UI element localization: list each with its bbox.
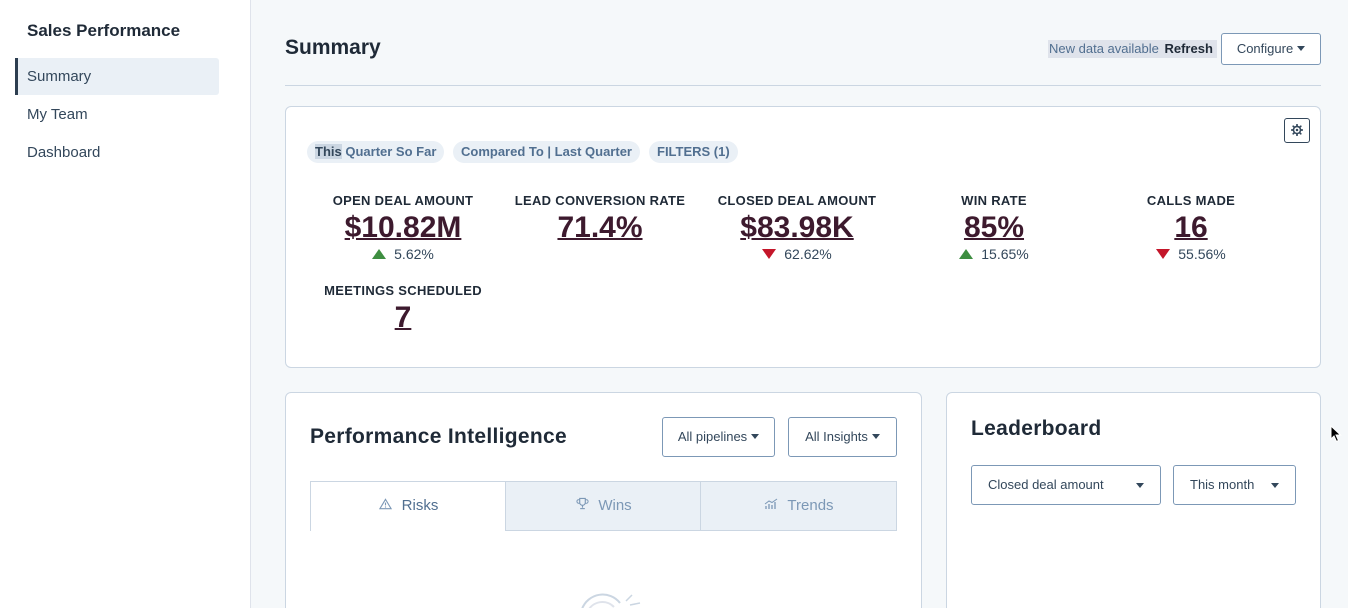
metric-value[interactable]: $10.82M — [345, 211, 462, 245]
metric-label: WIN RATE — [961, 193, 1027, 208]
page-title: Summary — [285, 36, 381, 59]
triangle-up-icon — [372, 249, 387, 259]
metric-open-deal-amount: OPEN DEAL AMOUNT $10.82M 5.62% — [303, 193, 503, 262]
leaderboard-card: Leaderboard Closed deal amount This mont… — [946, 392, 1321, 608]
metric-value[interactable]: 71.4% — [557, 211, 642, 245]
triangle-down-icon — [1156, 249, 1171, 259]
filters-chip[interactable]: FILTERS (1) — [649, 141, 738, 163]
leaderboard-period-select[interactable]: This month — [1173, 465, 1296, 505]
metric-value[interactable]: 7 — [395, 301, 412, 335]
tab-wins[interactable]: Wins — [505, 481, 701, 531]
tab-trends[interactable]: Trends — [700, 481, 897, 531]
configure-label: Configure — [1236, 41, 1294, 56]
empty-state-illustration — [581, 593, 641, 608]
leaderboard-metric-select[interactable]: Closed deal amount — [971, 465, 1161, 505]
metric-value[interactable]: $83.98K — [740, 211, 853, 245]
chevron-down-icon — [1297, 46, 1306, 52]
tab-label: Trends — [787, 497, 834, 514]
chevron-down-icon — [1271, 483, 1279, 488]
metric-lead-conversion-rate: LEAD CONVERSION RATE 71.4% — [500, 193, 700, 245]
metric-change-value: 15.65% — [981, 246, 1029, 262]
metric-label: OPEN DEAL AMOUNT — [332, 193, 474, 208]
leaderboard-title: Leaderboard — [971, 417, 1102, 440]
tab-label: Wins — [598, 497, 632, 514]
period-chip[interactable]: This Quarter So Far — [307, 141, 445, 163]
triangle-down-icon — [762, 249, 777, 259]
sidebar-item-summary[interactable]: Summary — [15, 58, 219, 95]
trend-icon — [763, 482, 779, 530]
gear-icon[interactable] — [1284, 118, 1310, 143]
mouse-cursor-icon — [1330, 425, 1342, 443]
metric-label: CALLS MADE — [1146, 193, 1236, 208]
metric-change: 5.62% — [303, 246, 503, 262]
performance-intelligence-card: Performance Intelligence All pipelines A… — [285, 392, 922, 608]
insights-dropdown[interactable]: All Insights — [788, 417, 897, 457]
new-data-text: New data available — [1049, 41, 1159, 56]
metric-select-label: Closed deal amount — [988, 477, 1104, 492]
metric-label: LEAD CONVERSION RATE — [514, 193, 686, 208]
performance-title: Performance Intelligence — [310, 425, 567, 448]
period-chip-highlight: This — [315, 144, 342, 159]
metric-change-value: 62.62% — [784, 246, 832, 262]
metric-calls-made: CALLS MADE 16 55.56% — [1091, 193, 1291, 262]
metric-meetings-scheduled: MEETINGS SCHEDULED 7 — [303, 283, 503, 335]
tab-risks[interactable]: Risks — [310, 481, 506, 531]
header-divider — [285, 85, 1321, 86]
trophy-icon — [574, 482, 590, 530]
period-select-label: This month — [1190, 477, 1255, 492]
new-data-banner: New data available Refresh — [1048, 40, 1217, 58]
triangle-up-icon — [959, 249, 974, 259]
insight-tabs: Risks Wins Trends — [310, 481, 897, 531]
period-chip-rest: Quarter So Far — [341, 144, 437, 159]
metric-value[interactable]: 85% — [964, 211, 1024, 245]
metric-change-value: 55.56% — [1178, 246, 1226, 262]
insights-label: All Insights — [805, 429, 868, 444]
configure-button[interactable]: Configure — [1221, 33, 1321, 65]
metric-change: 62.62% — [697, 246, 897, 262]
metric-label: CLOSED DEAL AMOUNT — [717, 193, 877, 208]
compare-chip[interactable]: Compared To | Last Quarter — [453, 141, 640, 163]
summary-card: This Quarter So Far Compared To | Last Q… — [285, 106, 1321, 368]
metric-win-rate: WIN RATE 85% 15.65% — [894, 193, 1094, 262]
sidebar-title: Sales Performance — [27, 21, 181, 40]
warning-icon — [378, 482, 394, 530]
sidebar-item-dashboard[interactable]: Dashboard — [15, 134, 219, 171]
metric-change-value: 5.62% — [394, 246, 434, 262]
pipelines-label: All pipelines — [677, 429, 748, 444]
metric-label: MEETINGS SCHEDULED — [324, 283, 482, 298]
metric-change: 55.56% — [1091, 246, 1291, 262]
refresh-link[interactable]: Refresh — [1164, 41, 1212, 56]
pipelines-dropdown[interactable]: All pipelines — [662, 417, 775, 457]
tab-label: Risks — [401, 497, 439, 514]
chevron-down-icon — [751, 434, 760, 440]
sidebar: Sales Performance Summary My Team Dashbo… — [0, 0, 251, 608]
sidebar-item-my-team[interactable]: My Team — [15, 96, 219, 133]
metric-change: 15.65% — [894, 246, 1094, 262]
metric-closed-deal-amount: CLOSED DEAL AMOUNT $83.98K 62.62% — [697, 193, 897, 262]
metric-value[interactable]: 16 — [1174, 211, 1207, 245]
chevron-down-icon — [871, 434, 880, 440]
chevron-down-icon — [1136, 483, 1144, 488]
